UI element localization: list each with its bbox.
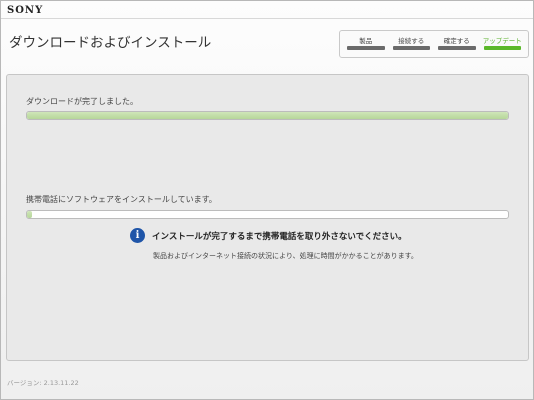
step-update: アップデート (480, 31, 526, 57)
info-icon: i (130, 228, 145, 243)
step-connect: 接続する (389, 31, 435, 57)
step-bar (483, 46, 521, 50)
step-product: 製品 (343, 31, 389, 57)
install-progress-fill (27, 211, 32, 218)
version-label: バージョン: 2.13.11.22 (7, 379, 79, 387)
page-title: ダウンロードおよびインストール (9, 35, 212, 51)
header-divider (1, 18, 533, 19)
brand-logo: SONY (7, 5, 44, 16)
install-progress-bar (26, 210, 509, 219)
notice: i インストールが完了するまで携帯電話を取り外さないでください。 (130, 228, 407, 243)
step-bar (392, 46, 430, 50)
step-bar (347, 46, 385, 50)
download-progress-fill (27, 112, 508, 119)
download-progress-bar (26, 111, 509, 120)
notice-text: インストールが完了するまで携帯電話を取り外さないでください。 (152, 231, 407, 242)
install-status-label: 携帯電話にソフトウェアをインストールしています。 (26, 195, 217, 204)
step-label: 製品 (359, 37, 373, 45)
step-confirm: 確定する (434, 31, 480, 57)
step-label: 接続する (398, 37, 425, 45)
download-status-label: ダウンロードが完了しました。 (26, 97, 138, 106)
step-label: 確定する (443, 37, 470, 45)
main-panel: ダウンロードが完了しました。 携帯電話にソフトウェアをインストールしています。 … (6, 74, 529, 361)
app-window: SONY ダウンロードおよびインストール 製品 接続する 確定する アップデート… (0, 0, 534, 400)
step-bar (438, 46, 476, 50)
step-label: アップデート (482, 37, 522, 45)
notice-subtext: 製品およびインターネット接続の状況により、処理に時間がかかることがあります。 (153, 252, 418, 260)
step-indicator: 製品 接続する 確定する アップデート (339, 30, 529, 58)
